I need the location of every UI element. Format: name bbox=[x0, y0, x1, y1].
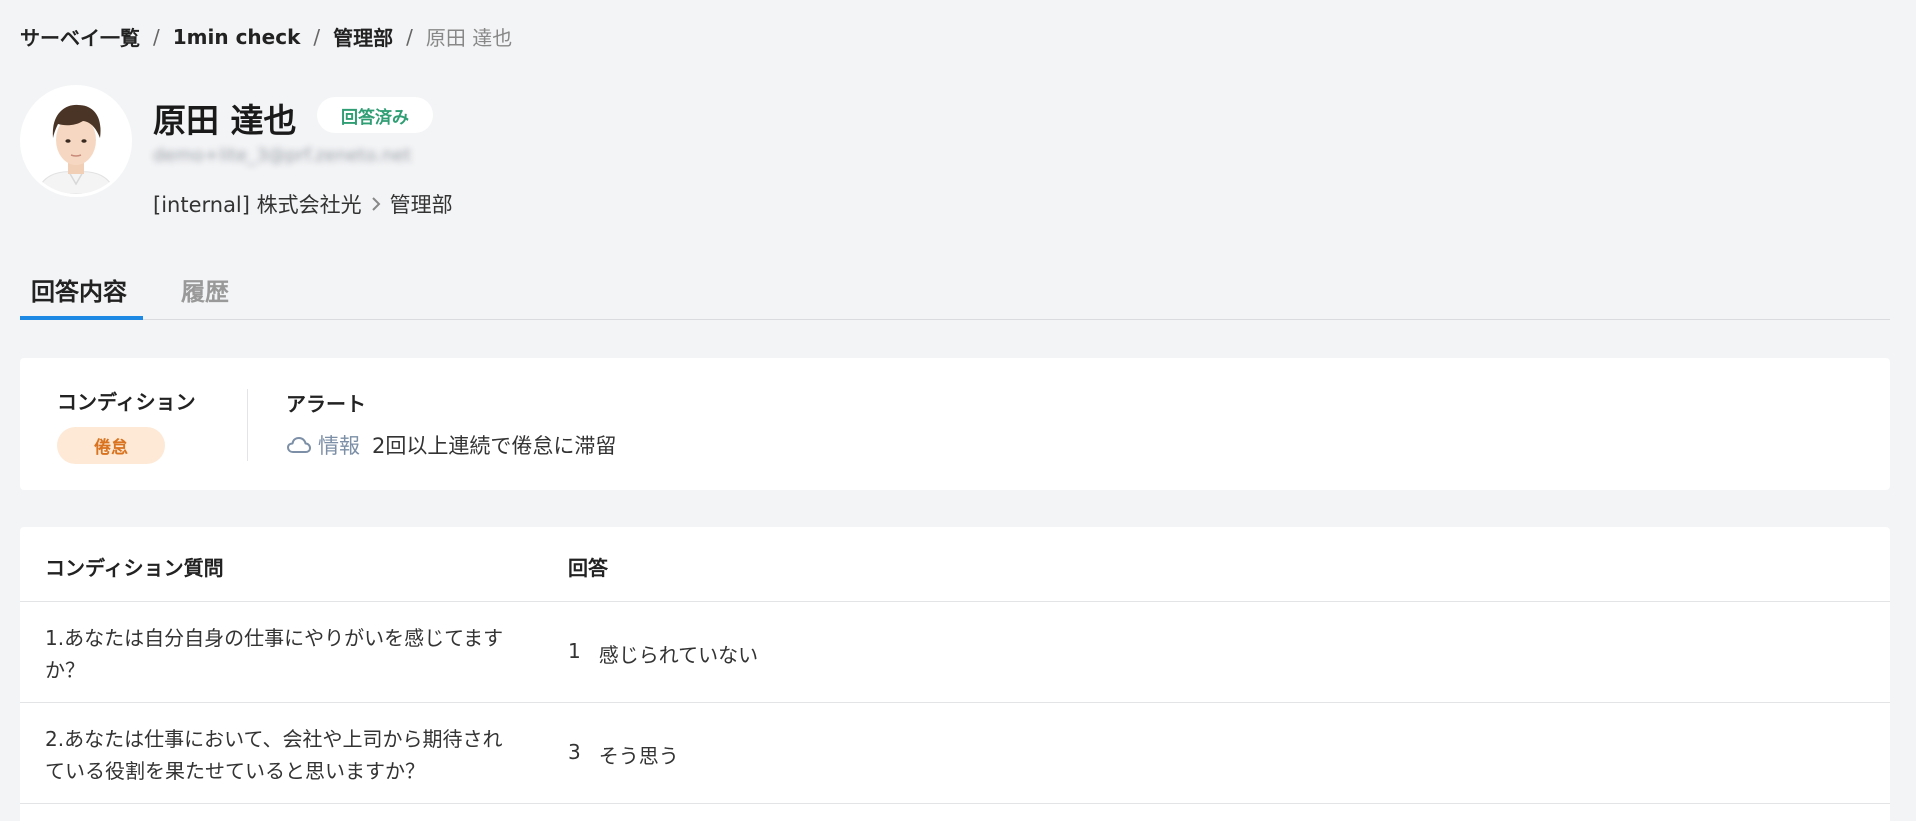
answer-value: 1 感じられていない bbox=[568, 639, 758, 668]
column-header-question: コンディション質問 bbox=[45, 556, 224, 580]
table-row: 2.あなたは仕事において、会社や上司から期待されている役割を果たせていると思いま… bbox=[20, 703, 1890, 804]
answer-text: そう思う bbox=[598, 744, 679, 768]
condition-badge: 倦怠 bbox=[57, 427, 165, 464]
breadcrumb-survey[interactable]: 1min check bbox=[173, 25, 301, 49]
breadcrumb-survey-list[interactable]: サーベイ一覧 bbox=[20, 22, 140, 51]
profile-email: demo+lite_3@prf.zeneto.net bbox=[153, 145, 412, 166]
alert-title: アラート bbox=[286, 392, 366, 416]
alert-level: 情報 bbox=[318, 434, 360, 458]
answer-value: 3 そう思う bbox=[568, 740, 679, 769]
alert-item: 情報 2回以上連続で倦怠に滞留 bbox=[286, 430, 616, 460]
breadcrumb-separator: / bbox=[153, 24, 160, 49]
avatar bbox=[20, 85, 132, 197]
tab-answers[interactable]: 回答内容 bbox=[20, 272, 143, 320]
alert-message: 2回以上連続で倦怠に滞留 bbox=[372, 434, 617, 458]
department-name: 管理部 bbox=[389, 193, 453, 217]
condition-card: コンディション 倦怠 アラート 情報 2回以上連続で倦怠に滞留 bbox=[20, 358, 1890, 490]
question-text: 2.あなたは仕事において、会社や上司から期待されている役割を果たせていると思いま… bbox=[45, 727, 503, 783]
profile-organization: [internal] 株式会社光 管理部 bbox=[153, 189, 453, 219]
breadcrumb-department[interactable]: 管理部 bbox=[333, 22, 393, 51]
answer-number: 3 bbox=[568, 740, 581, 764]
breadcrumb-separator: / bbox=[406, 24, 413, 49]
question-text: 1.あなたは自分自身の仕事にやりがいを感じてますか？ bbox=[45, 626, 504, 682]
answer-number: 1 bbox=[568, 639, 581, 663]
column-header-answer: 回答 bbox=[568, 556, 608, 580]
tab-history[interactable]: 履歴 bbox=[181, 272, 229, 320]
chevron-right-icon bbox=[370, 196, 382, 212]
breadcrumb-current: 原田 達也 bbox=[425, 26, 513, 50]
profile-name: 原田 達也 bbox=[153, 101, 297, 140]
condition-question-table: コンディション質問 回答 1.あなたは自分自身の仕事にやりがいを感じてますか？ … bbox=[20, 527, 1890, 821]
divider bbox=[247, 389, 248, 461]
cloud-icon bbox=[286, 435, 312, 455]
table-row: 1.あなたは自分自身の仕事にやりがいを感じてますか？ 1 感じられていない bbox=[20, 602, 1890, 703]
avatar-photo bbox=[23, 88, 129, 194]
status-badge: 回答済み bbox=[317, 97, 433, 133]
table-header: コンディション質問 回答 bbox=[20, 527, 1890, 602]
condition-title: コンディション bbox=[57, 390, 196, 414]
page: サーベイ一覧 / 1min check / 管理部 / 原田 達也 原田 達也 bbox=[0, 0, 1916, 821]
breadcrumb: サーベイ一覧 / 1min check / 管理部 / 原田 達也 bbox=[20, 22, 512, 51]
breadcrumb-separator: / bbox=[313, 24, 321, 49]
tab-bar: 回答内容 履歴 bbox=[20, 258, 1890, 320]
organization-name: [internal] 株式会社光 bbox=[153, 193, 362, 217]
answer-text: 感じられていない bbox=[598, 643, 759, 667]
